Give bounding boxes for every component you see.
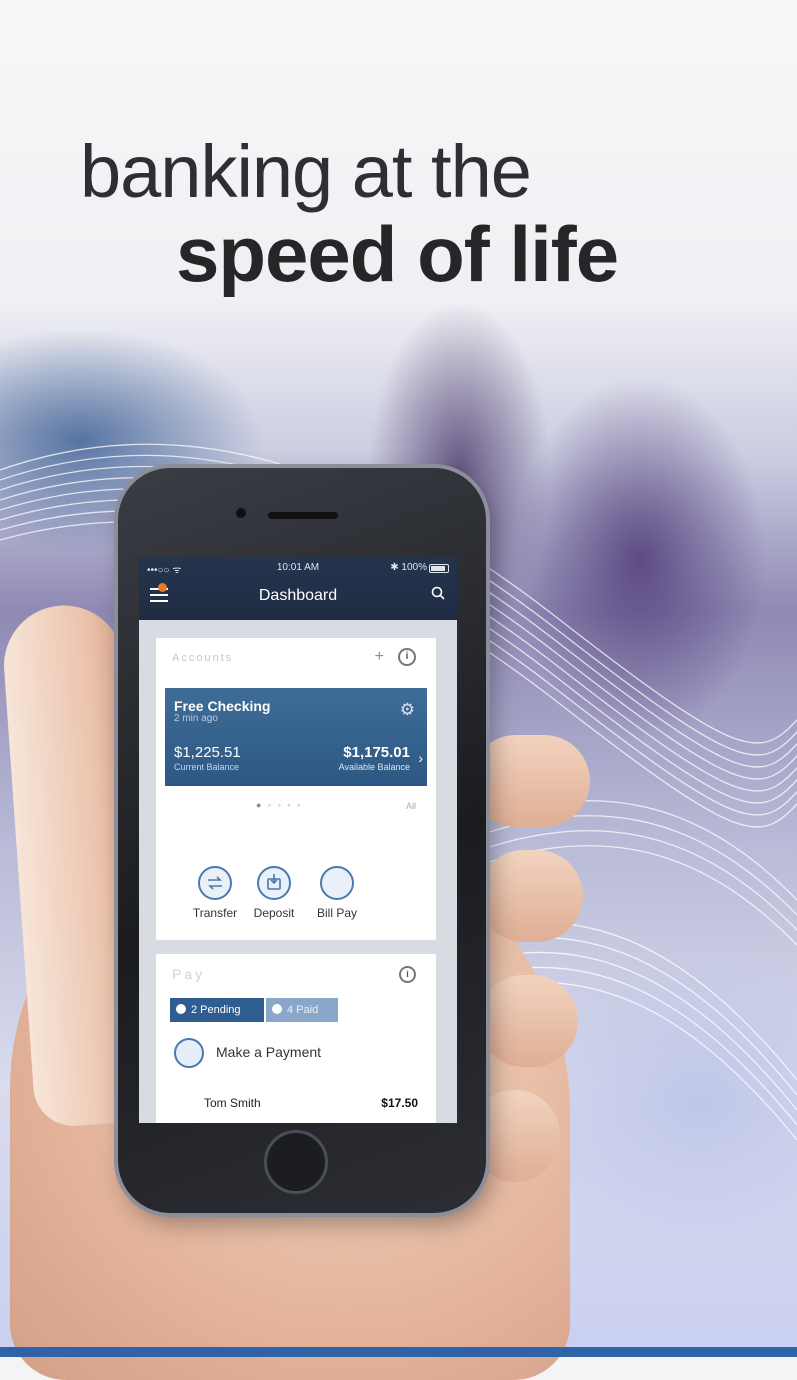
payment-icon[interactable] [174, 1038, 204, 1068]
available-balance-label: Available Balance [338, 762, 410, 772]
info-icon[interactable]: i [399, 966, 416, 983]
battery-percent: ✱ 100% [390, 562, 427, 573]
make-payment-link[interactable]: Make a Payment [216, 1044, 321, 1060]
accounts-card: Accounts + i Free Checking 2 min ago ⚙ $… [156, 638, 436, 940]
deposit-label: Deposit [253, 906, 295, 920]
payee-name[interactable]: Tom Smith [204, 1096, 261, 1110]
tab-pending[interactable]: 2 Pending [170, 998, 264, 1022]
payments-card: Pay i 2 Pending 4 Paid Make a Payment To… [156, 954, 436, 1123]
phone-device: •••○○ ᯤ 10:01 AM ✱ 100% Dashboard Accoun… [118, 468, 486, 1213]
app-header: •••○○ ᯤ 10:01 AM ✱ 100% Dashboard [139, 558, 457, 620]
phone-screen: •••○○ ᯤ 10:01 AM ✱ 100% Dashboard Accoun… [139, 558, 457, 1123]
headline-line-2: speed of life [176, 210, 619, 298]
battery-icon [429, 564, 449, 573]
view-all-link[interactable]: All [406, 801, 416, 811]
payee-amount: $17.50 [381, 1096, 418, 1110]
tab-scheduled[interactable] [340, 998, 422, 1022]
account-updated-time: 2 min ago [174, 713, 218, 724]
available-balance-value: $1,175.01 [343, 744, 410, 761]
account-name: Free Checking [174, 698, 271, 714]
finger-ring [478, 975, 578, 1067]
finger-index [470, 735, 590, 827]
gear-icon[interactable]: ⚙ [400, 700, 415, 720]
info-icon[interactable]: i [398, 648, 416, 666]
tab-pending-label: 2 Pending [191, 1004, 241, 1016]
earpiece-speaker [268, 512, 338, 519]
payments-status-tabs: 2 Pending 4 Paid [170, 998, 422, 1022]
bill-pay-icon [320, 866, 354, 900]
page-indicator[interactable]: ● ◦ ◦ ◦ ◦ [256, 800, 302, 810]
chevron-right-icon[interactable]: › [418, 750, 423, 766]
deposit-icon [257, 866, 291, 900]
bill-pay-label: Bill Pay [316, 906, 357, 920]
bill-pay-button[interactable]: Bill Pay [306, 866, 368, 920]
transfer-button[interactable]: Transfer [184, 866, 246, 920]
search-icon[interactable] [431, 586, 445, 600]
front-camera [236, 508, 246, 518]
page-title: Dashboard [258, 587, 338, 604]
accounts-card-title: Accounts [172, 652, 234, 664]
status-bar: •••○○ ᯤ 10:01 AM ✱ 100% [139, 558, 457, 578]
bottom-color-strip [0, 1347, 797, 1357]
current-balance-label: Current Balance [174, 762, 240, 772]
deposit-button[interactable]: Deposit [243, 866, 305, 920]
finger-middle [478, 850, 583, 942]
home-button[interactable] [264, 1130, 328, 1194]
tab-paid-label: 4 Paid [287, 1004, 319, 1016]
account-tile[interactable]: Free Checking 2 min ago ⚙ $1,225.51 Curr… [165, 688, 427, 786]
tab-paid[interactable]: 4 Paid [266, 998, 338, 1022]
paid-icon [272, 1004, 282, 1014]
payments-card-title: Pay [172, 966, 206, 982]
transfer-label: Transfer [192, 906, 238, 920]
plus-icon[interactable]: + [375, 648, 384, 666]
transfer-icon [198, 866, 232, 900]
current-balance-value: $1,225.51 [174, 744, 241, 761]
headline-line-1: banking at the [80, 130, 532, 213]
pending-icon [176, 1004, 186, 1014]
